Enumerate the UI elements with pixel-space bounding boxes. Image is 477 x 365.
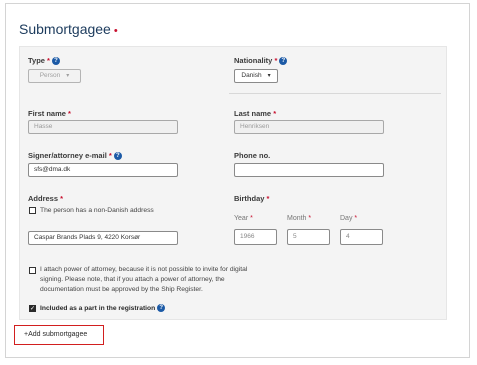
month-field[interactable]: 5 <box>287 229 330 245</box>
included-checkbox[interactable]: ✓ <box>29 305 36 312</box>
year-label: Year * <box>234 215 253 222</box>
email-label: Signer/attorney e-mail *? <box>28 151 122 161</box>
divider <box>229 93 441 94</box>
day-label: Day * <box>340 215 358 222</box>
help-icon[interactable]: ? <box>113 152 122 161</box>
address-label: Address * <box>28 194 64 203</box>
non-danish-address-label: The person has a non-Danish address <box>40 207 154 214</box>
non-danish-address-checkbox[interactable] <box>29 207 36 214</box>
year-field[interactable]: 1966 <box>234 229 277 245</box>
power-of-attorney-text-line1: I attach power of attorney, because it i… <box>40 266 248 273</box>
type-label: Type *? <box>28 56 60 66</box>
nationality-select[interactable]: Danish ▾ <box>234 69 278 83</box>
address-field[interactable]: Caspar Brands Plads 9, 4220 Korsør <box>28 231 178 245</box>
first-name-label: First name * <box>28 109 71 118</box>
first-name-field[interactable]: Hasse <box>28 120 178 134</box>
chevron-down-icon: ▾ <box>66 73 70 79</box>
section-title: Submortgagee • <box>19 21 118 37</box>
type-select[interactable]: Person ▾ <box>28 69 81 83</box>
included-label: Included as a part in the registration? <box>40 304 166 312</box>
help-icon[interactable]: ? <box>279 57 288 66</box>
birthday-label: Birthday * <box>234 194 270 203</box>
help-icon[interactable]: ? <box>157 304 166 312</box>
power-of-attorney-checkbox[interactable] <box>29 267 36 274</box>
power-of-attorney-text-line3: documentation must be approved by the Sh… <box>40 286 203 293</box>
required-marker: • <box>113 25 118 37</box>
last-name-field[interactable]: Henriksen <box>234 120 384 134</box>
chevron-down-icon: ▾ <box>267 73 271 79</box>
phone-field[interactable] <box>234 163 384 177</box>
power-of-attorney-text-line2: signing. Please note, that if you attach… <box>40 276 225 283</box>
check-icon: ✓ <box>30 306 36 312</box>
last-name-label: Last name * <box>234 109 277 118</box>
day-field[interactable]: 4 <box>340 229 383 245</box>
month-label: Month * <box>287 215 312 222</box>
email-field[interactable]: sfs@dma.dk <box>28 163 178 177</box>
help-icon[interactable]: ? <box>51 57 60 66</box>
nationality-label: Nationality *? <box>234 56 288 66</box>
phone-label: Phone no. <box>234 151 271 160</box>
add-submortgagee-button[interactable]: +Add submortgagee <box>14 325 104 345</box>
